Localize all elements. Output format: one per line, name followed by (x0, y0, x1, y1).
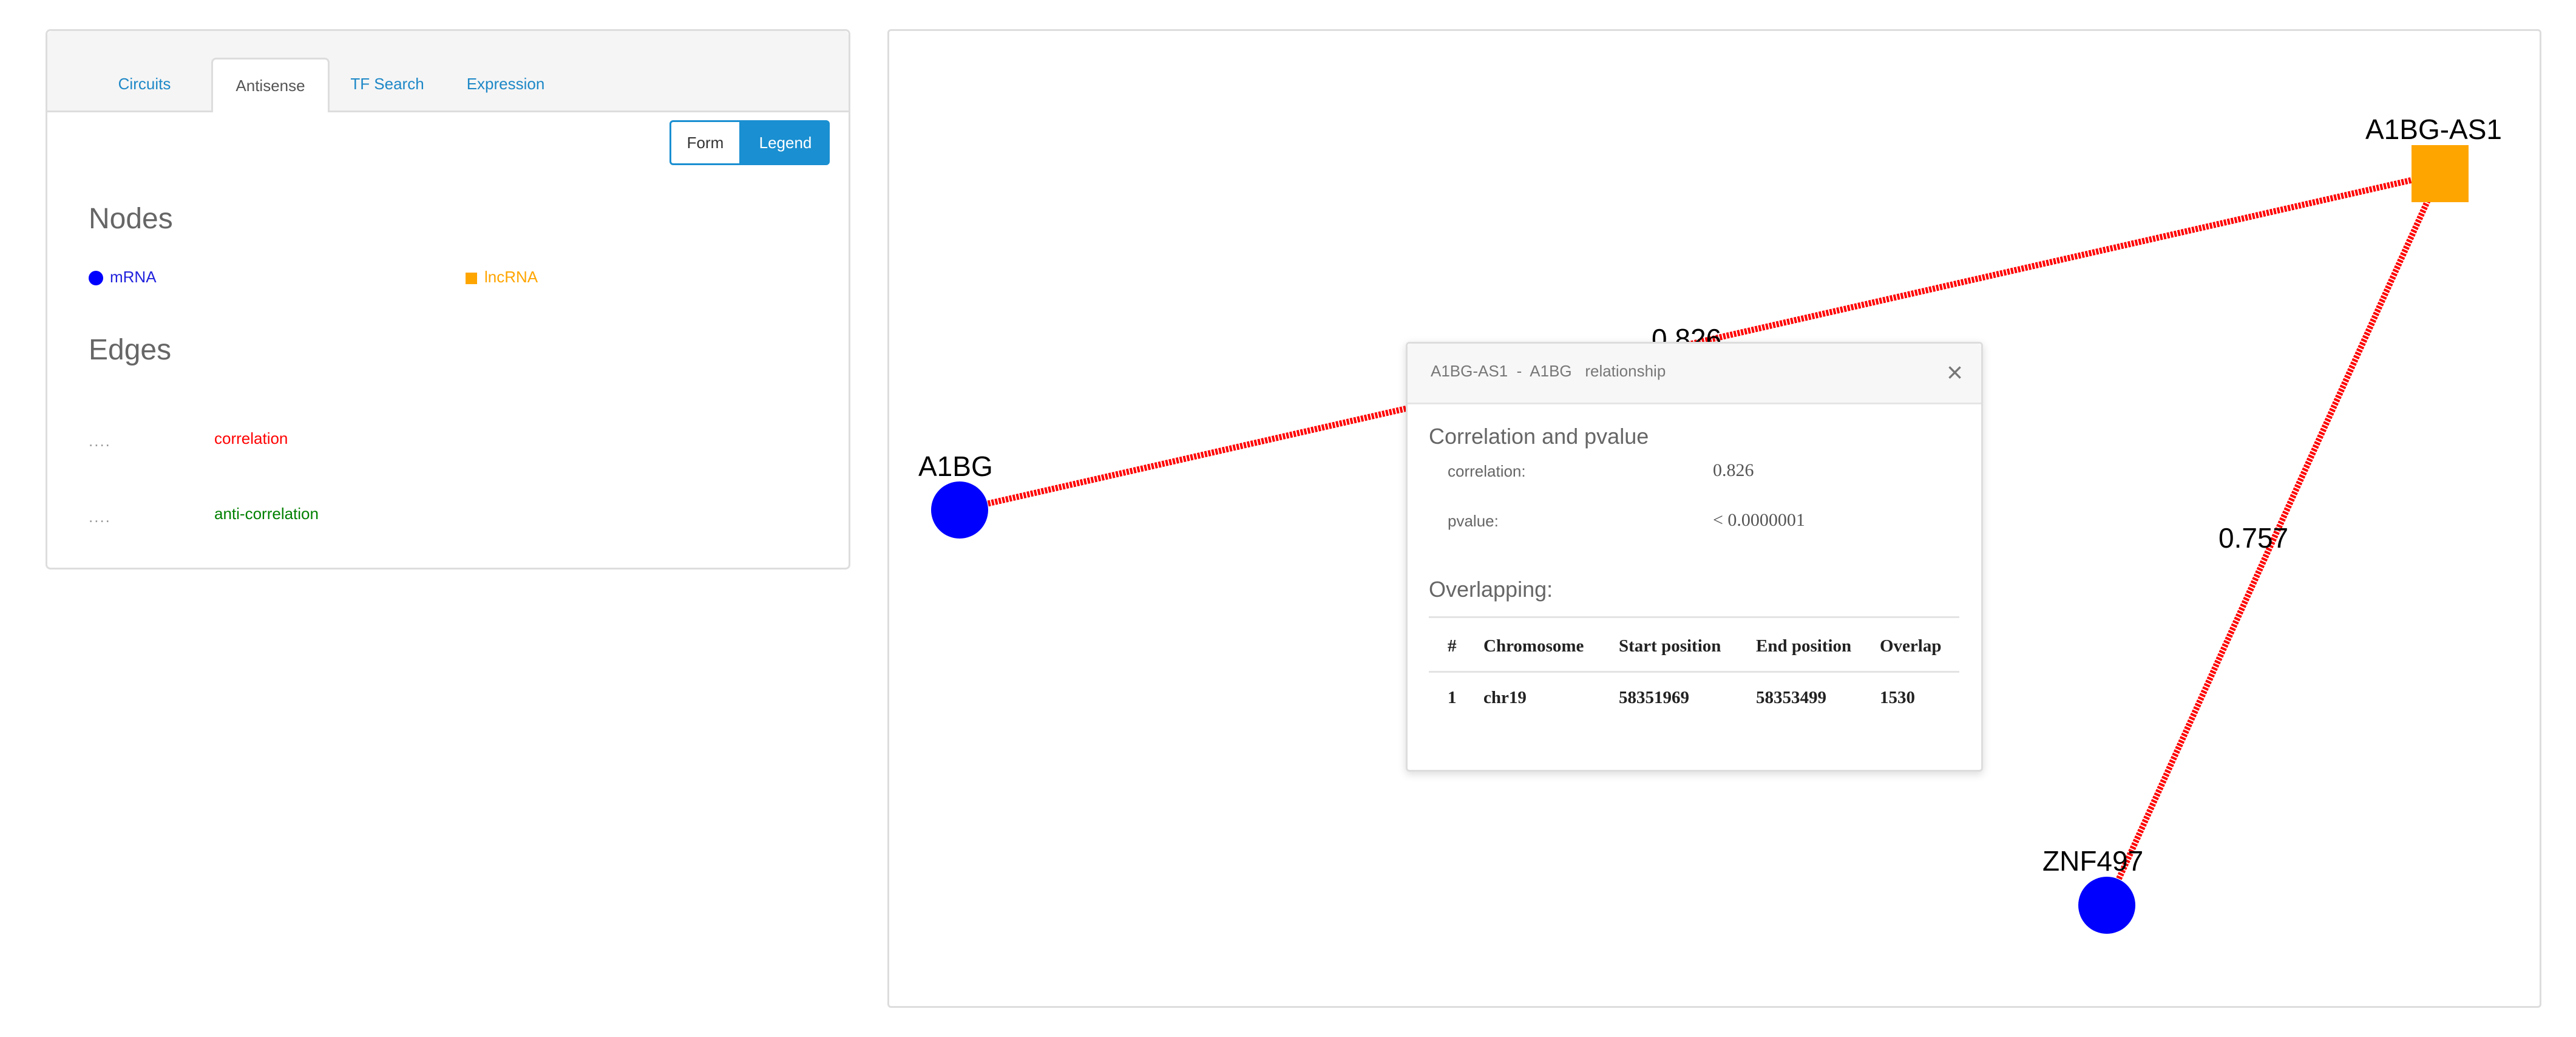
popup-header: A1BG-AS1 - A1BG relationship × (1408, 344, 1981, 404)
pvalue-label: pvalue: (1448, 512, 1499, 530)
mrna-legend-label: mRNA (110, 268, 157, 286)
close-icon[interactable]: × (1947, 356, 1963, 389)
tab-bar: Circuits Antisense TF Search Expression (47, 31, 849, 112)
correlation-value: 0.826 (1713, 460, 1754, 480)
tab-expression[interactable]: Expression (445, 58, 566, 110)
tab-circuits[interactable]: Circuits (84, 58, 205, 110)
table-header-divider (1429, 671, 1959, 673)
overlapping-section-heading: Overlapping: (1429, 577, 1553, 602)
correlation-legend-label: correlation (214, 429, 288, 447)
table-cell-start: 58351969 (1619, 688, 1689, 707)
edges-heading: Edges (89, 334, 172, 366)
table-cell-chromosome: chr19 (1483, 688, 1527, 707)
tab-antisense[interactable]: Antisense (211, 58, 330, 112)
form-button[interactable]: Form (669, 120, 741, 165)
table-cell-index: 1 (1448, 688, 1457, 707)
correlation-section-heading: Correlation and pvalue (1429, 424, 1649, 449)
table-header-index: # (1448, 636, 1457, 656)
table-top-divider (1429, 616, 1959, 618)
node-label-a1bg: A1BG (918, 450, 993, 482)
node-a1bg-as1[interactable] (2412, 145, 2469, 202)
legend-panel: Circuits Antisense TF Search Expression … (46, 29, 850, 570)
node-label-a1bg-as1: A1BG-AS1 (2365, 114, 2502, 145)
lncrna-legend-label: lncRNA (484, 268, 538, 286)
node-a1bg[interactable] (931, 481, 988, 539)
tab-tf-search[interactable]: TF Search (336, 58, 439, 110)
nodes-heading: Nodes (89, 203, 173, 235)
table-header-overlap: Overlap (1880, 636, 1942, 656)
table-cell-end: 58353499 (1756, 688, 1826, 707)
legend-button[interactable]: Legend (741, 120, 830, 165)
table-header-start: Start position (1619, 636, 1721, 656)
lncrna-square-icon (466, 273, 477, 284)
popup-title: A1BG-AS1 - A1BG relationship (1431, 362, 1666, 380)
node-label-znf497: ZNF497 (2042, 845, 2144, 877)
anticorrelation-legend-label: anti-correlation (214, 505, 319, 523)
correlation-label: correlation: (1448, 462, 1526, 480)
edge-label-a1bg-as1-znf497: 0.757 (2218, 522, 2289, 554)
table-header-end: End position (1756, 636, 1852, 656)
anticorrelation-dots-icon: .... (89, 508, 111, 526)
node-znf497[interactable] (2078, 877, 2135, 934)
mrna-circle-icon (89, 271, 103, 285)
table-cell-overlap: 1530 (1880, 688, 1915, 707)
pvalue-value: < 0.0000001 (1713, 510, 1805, 530)
correlation-dots-icon: .... (89, 432, 111, 450)
table-header-chromosome: Chromosome (1483, 636, 1584, 656)
